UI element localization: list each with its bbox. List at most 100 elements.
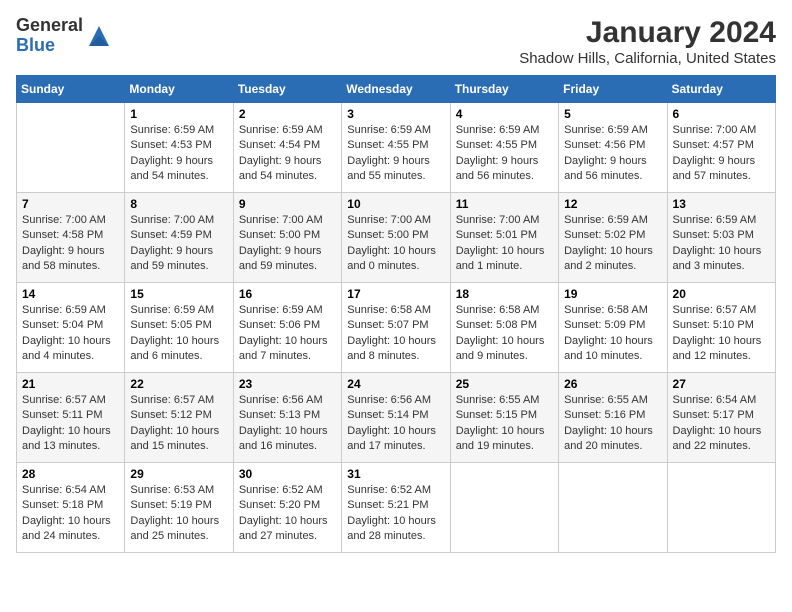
logo-icon xyxy=(85,22,113,50)
day-info: Sunrise: 6:54 AM Sunset: 5:18 PM Dayligh… xyxy=(22,483,119,545)
weekday-header: Sunday xyxy=(17,76,125,103)
calendar-cell: 29Sunrise: 6:53 AM Sunset: 5:19 PM Dayli… xyxy=(125,463,233,553)
day-number: 16 xyxy=(239,287,336,301)
calendar-cell: 2 Sunrise: 6:59 AM Sunset: 4:54 PM Daylig… xyxy=(233,103,341,193)
calendar-cell: 26Sunrise: 6:55 AM Sunset: 5:16 PM Dayli… xyxy=(559,373,667,463)
day-info: Sunrise: 6:57 AM Sunset: 5:12 PM Dayligh… xyxy=(130,393,227,455)
day-info: Sunrise: 6:59 AM Sunset: 4:56 PM Dayligh… xyxy=(564,123,661,185)
calendar-cell: 27 Sunrise: 6:54 AM Sunset: 5:17 PM Dayli… xyxy=(667,373,775,463)
calendar-cell: 30 Sunrise: 6:52 AM Sunset: 5:20 PM Dayli… xyxy=(233,463,341,553)
logo-general: General xyxy=(16,16,83,36)
day-info: Sunrise: 6:52 AM Sunset: 5:20 PM Dayligh… xyxy=(239,483,336,545)
calendar-cell: 13 Sunrise: 6:59 AM Sunset: 5:03 PM Dayli… xyxy=(667,193,775,283)
day-number: 18 xyxy=(456,287,553,301)
day-number: 31 xyxy=(347,467,444,481)
calendar-cell: 10 Sunrise: 7:00 AM Sunset: 5:00 PM Dayli… xyxy=(342,193,450,283)
calendar-table: SundayMondayTuesdayWednesdayThursdayFrid… xyxy=(16,75,776,553)
day-info: Sunrise: 6:59 AM Sunset: 5:04 PM Dayligh… xyxy=(22,303,119,365)
day-number: 9 xyxy=(239,197,336,211)
day-number: 13 xyxy=(673,197,770,211)
day-number: 21 xyxy=(22,377,119,391)
calendar-week-row: 7 Sunrise: 7:00 AM Sunset: 4:58 PM Daylig… xyxy=(17,193,776,283)
day-number: 15 xyxy=(130,287,227,301)
calendar-cell: 11Sunrise: 7:00 AM Sunset: 5:01 PM Dayli… xyxy=(450,193,558,283)
calendar-cell: 31 Sunrise: 6:52 AM Sunset: 5:21 PM Dayli… xyxy=(342,463,450,553)
calendar-cell: 3 Sunrise: 6:59 AM Sunset: 4:55 PM Daylig… xyxy=(342,103,450,193)
day-number: 30 xyxy=(239,467,336,481)
weekday-header: Wednesday xyxy=(342,76,450,103)
day-number: 12 xyxy=(564,197,661,211)
calendar-cell: 6Sunrise: 7:00 AM Sunset: 4:57 PM Daylig… xyxy=(667,103,775,193)
day-number: 1 xyxy=(130,107,227,121)
calendar-cell: 8 Sunrise: 7:00 AM Sunset: 4:59 PM Daylig… xyxy=(125,193,233,283)
day-info: Sunrise: 6:59 AM Sunset: 4:55 PM Dayligh… xyxy=(347,123,444,185)
logo: General Blue xyxy=(16,16,113,56)
day-info: Sunrise: 7:00 AM Sunset: 5:00 PM Dayligh… xyxy=(239,213,336,275)
day-number: 5 xyxy=(564,107,661,121)
calendar-cell: 22 Sunrise: 6:57 AM Sunset: 5:12 PM Dayli… xyxy=(125,373,233,463)
day-number: 8 xyxy=(130,197,227,211)
calendar-cell xyxy=(559,463,667,553)
calendar-cell: 1 Sunrise: 6:59 AM Sunset: 4:53 PM Daylig… xyxy=(125,103,233,193)
day-number: 26 xyxy=(564,377,661,391)
day-info: Sunrise: 7:00 AM Sunset: 4:58 PM Dayligh… xyxy=(22,213,119,275)
title-block: January 2024 Shadow Hills, California, U… xyxy=(519,16,776,67)
day-number: 4 xyxy=(456,107,553,121)
calendar-cell: 19 Sunrise: 6:58 AM Sunset: 5:09 PM Dayli… xyxy=(559,283,667,373)
page-subtitle: Shadow Hills, California, United States xyxy=(519,50,776,67)
calendar-cell: 15 Sunrise: 6:59 AM Sunset: 5:05 PM Dayli… xyxy=(125,283,233,373)
day-number: 20 xyxy=(673,287,770,301)
day-number: 19 xyxy=(564,287,661,301)
day-info: Sunrise: 6:57 AM Sunset: 5:11 PM Dayligh… xyxy=(22,393,119,455)
calendar-cell: 14Sunrise: 6:59 AM Sunset: 5:04 PM Dayli… xyxy=(17,283,125,373)
day-info: Sunrise: 6:53 AM Sunset: 5:19 PM Dayligh… xyxy=(130,483,227,545)
day-number: 7 xyxy=(22,197,119,211)
calendar-cell: 7 Sunrise: 7:00 AM Sunset: 4:58 PM Daylig… xyxy=(17,193,125,283)
calendar-cell: 16Sunrise: 6:59 AM Sunset: 5:06 PM Dayli… xyxy=(233,283,341,373)
day-info: Sunrise: 7:00 AM Sunset: 5:00 PM Dayligh… xyxy=(347,213,444,275)
page-title: January 2024 xyxy=(519,16,776,50)
logo-blue: Blue xyxy=(16,36,83,56)
day-info: Sunrise: 6:52 AM Sunset: 5:21 PM Dayligh… xyxy=(347,483,444,545)
day-info: Sunrise: 7:00 AM Sunset: 4:59 PM Dayligh… xyxy=(130,213,227,275)
calendar-cell: 24 Sunrise: 6:56 AM Sunset: 5:14 PM Dayli… xyxy=(342,373,450,463)
calendar-cell: 9 Sunrise: 7:00 AM Sunset: 5:00 PM Daylig… xyxy=(233,193,341,283)
page-header: General Blue January 2024 Shadow Hills, … xyxy=(16,16,776,67)
day-info: Sunrise: 6:59 AM Sunset: 4:53 PM Dayligh… xyxy=(130,123,227,185)
day-info: Sunrise: 7:00 AM Sunset: 5:01 PM Dayligh… xyxy=(456,213,553,275)
day-number: 23 xyxy=(239,377,336,391)
calendar-week-row: 14Sunrise: 6:59 AM Sunset: 5:04 PM Dayli… xyxy=(17,283,776,373)
day-info: Sunrise: 6:54 AM Sunset: 5:17 PM Dayligh… xyxy=(673,393,770,455)
calendar-cell: 18Sunrise: 6:58 AM Sunset: 5:08 PM Dayli… xyxy=(450,283,558,373)
calendar-cell xyxy=(450,463,558,553)
day-info: Sunrise: 6:59 AM Sunset: 4:54 PM Dayligh… xyxy=(239,123,336,185)
day-number: 24 xyxy=(347,377,444,391)
weekday-header: Tuesday xyxy=(233,76,341,103)
day-number: 10 xyxy=(347,197,444,211)
day-number: 28 xyxy=(22,467,119,481)
day-number: 2 xyxy=(239,107,336,121)
day-number: 6 xyxy=(673,107,770,121)
calendar-cell xyxy=(667,463,775,553)
calendar-cell: 4Sunrise: 6:59 AM Sunset: 4:55 PM Daylig… xyxy=(450,103,558,193)
calendar-cell: 21 Sunrise: 6:57 AM Sunset: 5:11 PM Dayli… xyxy=(17,373,125,463)
weekday-header: Friday xyxy=(559,76,667,103)
day-info: Sunrise: 6:55 AM Sunset: 5:15 PM Dayligh… xyxy=(456,393,553,455)
weekday-header: Thursday xyxy=(450,76,558,103)
day-number: 22 xyxy=(130,377,227,391)
day-info: Sunrise: 6:59 AM Sunset: 5:05 PM Dayligh… xyxy=(130,303,227,365)
calendar-cell: 17Sunrise: 6:58 AM Sunset: 5:07 PM Dayli… xyxy=(342,283,450,373)
calendar-cell: 12Sunrise: 6:59 AM Sunset: 5:02 PM Dayli… xyxy=(559,193,667,283)
calendar-cell: 25Sunrise: 6:55 AM Sunset: 5:15 PM Dayli… xyxy=(450,373,558,463)
day-number: 27 xyxy=(673,377,770,391)
day-info: Sunrise: 6:57 AM Sunset: 5:10 PM Dayligh… xyxy=(673,303,770,365)
calendar-header-row: SundayMondayTuesdayWednesdayThursdayFrid… xyxy=(17,76,776,103)
day-info: Sunrise: 6:58 AM Sunset: 5:07 PM Dayligh… xyxy=(347,303,444,365)
calendar-cell xyxy=(17,103,125,193)
day-info: Sunrise: 6:59 AM Sunset: 5:03 PM Dayligh… xyxy=(673,213,770,275)
day-number: 3 xyxy=(347,107,444,121)
weekday-header: Monday xyxy=(125,76,233,103)
weekday-header: Saturday xyxy=(667,76,775,103)
day-info: Sunrise: 6:56 AM Sunset: 5:14 PM Dayligh… xyxy=(347,393,444,455)
day-info: Sunrise: 6:58 AM Sunset: 5:09 PM Dayligh… xyxy=(564,303,661,365)
